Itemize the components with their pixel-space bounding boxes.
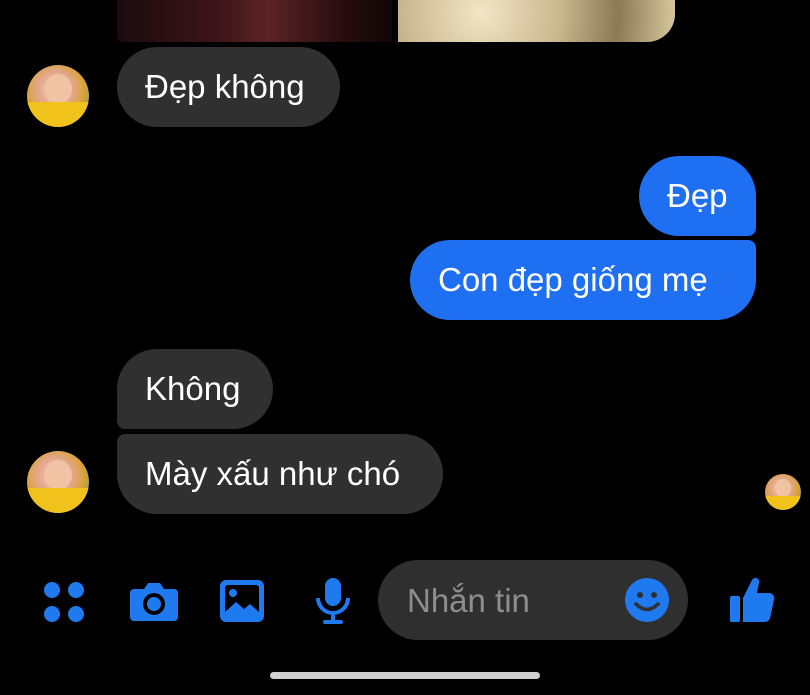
message-bubble-incoming[interactable]: Không <box>117 349 273 429</box>
message-bubble-incoming[interactable]: Đẹp không <box>117 47 340 127</box>
thumbs-up-icon[interactable] <box>728 574 776 624</box>
message-input[interactable] <box>405 578 624 624</box>
contact-avatar[interactable] <box>27 451 89 513</box>
apps-grid-icon[interactable] <box>42 580 86 624</box>
home-indicator[interactable] <box>270 672 540 679</box>
gallery-icon[interactable] <box>218 578 266 624</box>
message-text: Không <box>145 370 241 407</box>
message-text: Con đẹp giống mẹ <box>438 261 708 298</box>
message-text: Đẹp <box>667 177 728 214</box>
message-bubble-incoming[interactable]: Mày xấu như chó <box>117 434 443 514</box>
microphone-icon[interactable] <box>313 576 353 626</box>
shared-photos[interactable] <box>117 0 675 42</box>
emoji-icon[interactable] <box>624 577 670 623</box>
message-bubble-outgoing[interactable]: Con đẹp giống mẹ <box>410 240 756 320</box>
contact-avatar[interactable] <box>27 65 89 127</box>
message-bubble-outgoing[interactable]: Đẹp <box>639 156 756 236</box>
shared-photo-1[interactable] <box>117 0 392 42</box>
shared-photo-2[interactable] <box>398 0 675 42</box>
message-text: Đẹp không <box>145 68 305 105</box>
camera-icon[interactable] <box>128 579 180 623</box>
message-text: Mày xấu như chó <box>145 455 401 492</box>
seen-avatar <box>765 474 801 510</box>
message-composer[interactable] <box>378 560 688 640</box>
